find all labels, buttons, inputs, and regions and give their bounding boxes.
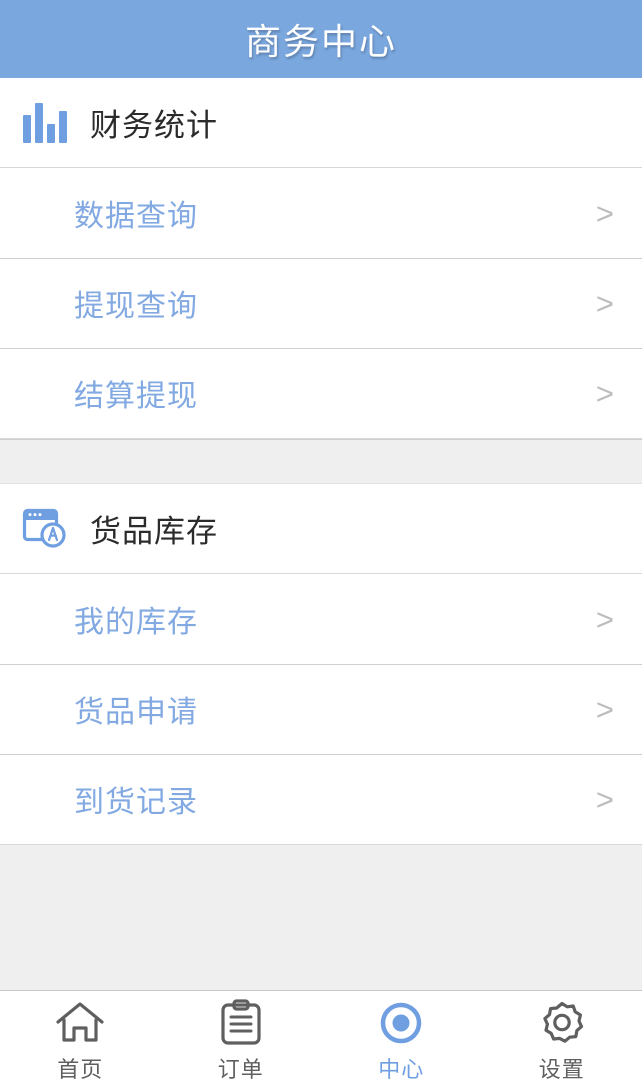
list-item-arrival-record[interactable]: 到货记录 >	[0, 754, 642, 844]
tab-label: 订单	[217, 1057, 264, 1083]
bottom-tab-bar: 首页 订单 中心 设置	[0, 990, 642, 1090]
list-item-label: 我的库存	[74, 605, 198, 640]
list-item-label: 货品申请	[74, 695, 198, 730]
tab-label: 首页	[57, 1057, 104, 1083]
tab-label: 设置	[538, 1057, 585, 1083]
tab-center[interactable]: 中心	[321, 991, 482, 1090]
section-header-financial: 财务统计	[0, 78, 642, 168]
tab-home[interactable]: 首页	[0, 991, 161, 1090]
chevron-right-icon: >	[595, 285, 614, 321]
divider	[0, 844, 642, 845]
tab-settings[interactable]: 设置	[482, 991, 642, 1090]
list-item-label: 到货记录	[74, 785, 198, 820]
section-gap	[0, 439, 642, 484]
page-header: 商务中心	[0, 0, 642, 78]
chevron-right-icon: >	[595, 781, 614, 817]
section-card-financial: 财务统计 数据查询 > 提现查询 > 结算提现 >	[0, 78, 642, 439]
chevron-right-icon: >	[595, 601, 614, 637]
chevron-right-icon: >	[595, 375, 614, 411]
target-icon	[377, 998, 425, 1048]
list-item-withdraw-query[interactable]: 提现查询 >	[0, 258, 642, 348]
list-item-my-inventory[interactable]: 我的库存 >	[0, 574, 642, 664]
mobile-screen: 商务中心 财务统计 数据查询 > 提现查询 > 结算提现 > 货品库存 我的库存…	[0, 0, 642, 1090]
page-title: 商务中心	[244, 22, 397, 63]
tab-label: 中心	[378, 1057, 425, 1083]
section-title: 货品库存	[90, 514, 218, 550]
list-item-settlement-withdraw[interactable]: 结算提现 >	[0, 348, 642, 438]
section-card-inventory: 货品库存 我的库存 > 货品申请 > 到货记录 >	[0, 484, 642, 845]
clipboard-icon	[218, 998, 264, 1048]
list-item-label: 结算提现	[74, 379, 198, 414]
home-icon	[54, 998, 106, 1048]
tab-orders[interactable]: 订单	[161, 991, 322, 1090]
bar-chart-icon	[22, 100, 68, 146]
list-item-label: 数据查询	[74, 199, 198, 234]
section-title: 财务统计	[90, 108, 218, 144]
chevron-right-icon: >	[595, 691, 614, 727]
gear-icon	[538, 998, 586, 1048]
list-item-label: 提现查询	[74, 289, 198, 324]
chevron-right-icon: >	[595, 195, 614, 231]
list-item-data-query[interactable]: 数据查询 >	[0, 168, 642, 258]
list-item-goods-application[interactable]: 货品申请 >	[0, 664, 642, 754]
browser-window-badge-icon	[22, 506, 68, 552]
section-header-inventory: 货品库存	[0, 484, 642, 574]
